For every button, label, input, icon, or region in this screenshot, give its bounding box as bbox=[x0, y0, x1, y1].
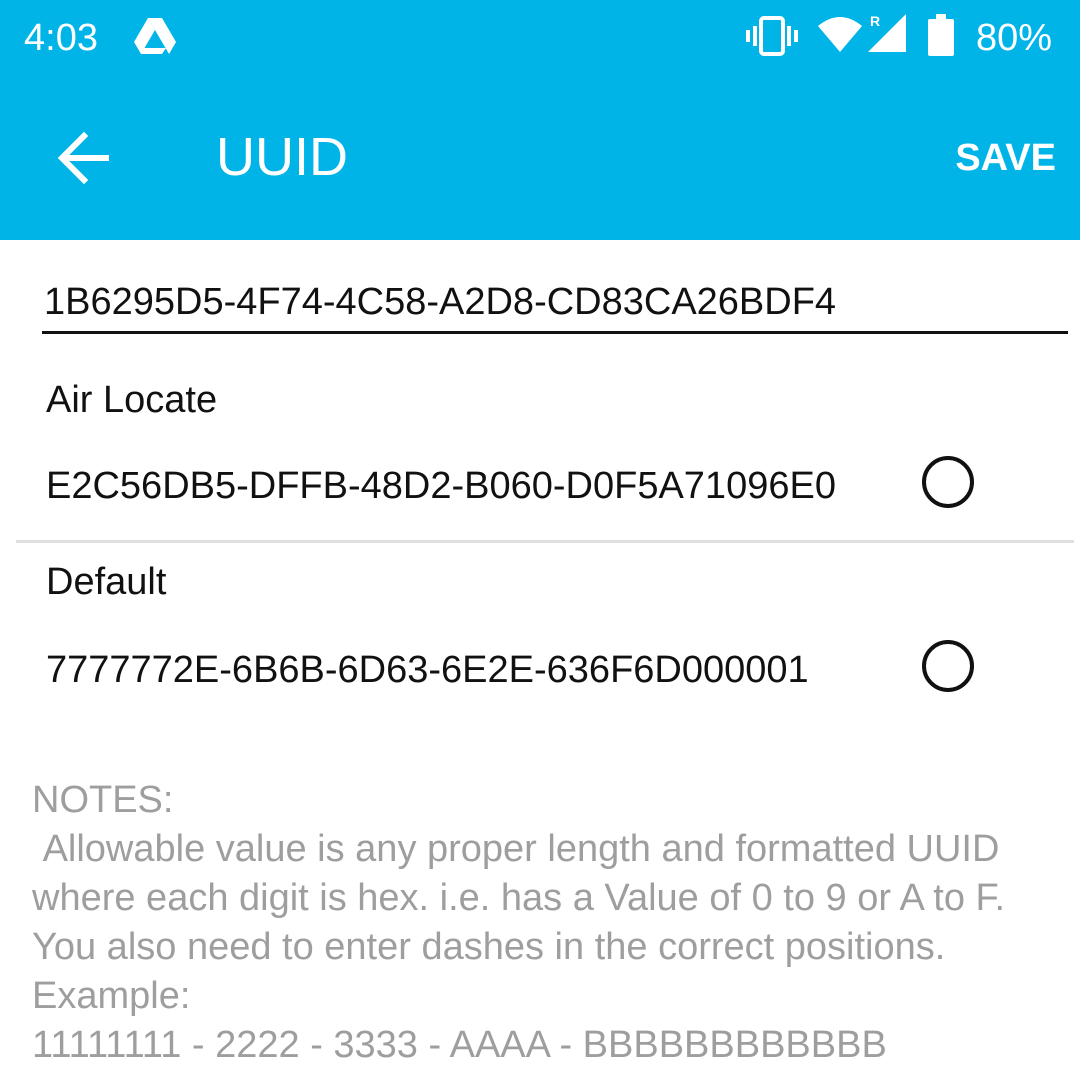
uuid-input[interactable] bbox=[42, 274, 1068, 334]
divider bbox=[16, 540, 1074, 543]
battery-icon bbox=[928, 14, 954, 56]
battery-percentage: 80% bbox=[976, 17, 1053, 59]
radio-default[interactable] bbox=[922, 640, 974, 692]
vibrate-icon bbox=[746, 16, 798, 56]
arrow-back-icon[interactable] bbox=[44, 118, 124, 198]
notes-text: NOTES: Allowable value is any proper len… bbox=[32, 779, 1006, 1066]
status-time: 4:03 bbox=[24, 17, 98, 59]
wifi-icon bbox=[818, 17, 862, 52]
preset-uuid-default[interactable]: 7777772E-6B6B-6D63-6E2E-636F6D000001 bbox=[46, 646, 809, 694]
save-button[interactable]: SAVE bbox=[955, 134, 1056, 182]
drive-icon bbox=[134, 18, 176, 54]
preset-label-air-locate: Air Locate bbox=[46, 379, 218, 421]
page-title: UUID bbox=[216, 127, 348, 187]
preset-label-default: Default bbox=[46, 561, 167, 603]
app-bar: UUID SAVE bbox=[0, 78, 1080, 240]
signal-roaming-icon: R bbox=[868, 13, 906, 52]
status-bar: 4:03 R 80% bbox=[0, 0, 1080, 78]
radio-air-locate[interactable] bbox=[922, 456, 974, 508]
svg-text:R: R bbox=[870, 13, 880, 29]
preset-uuid-air-locate[interactable]: E2C56DB5-DFFB-48D2-B060-D0F5A71096E0 bbox=[46, 462, 836, 510]
